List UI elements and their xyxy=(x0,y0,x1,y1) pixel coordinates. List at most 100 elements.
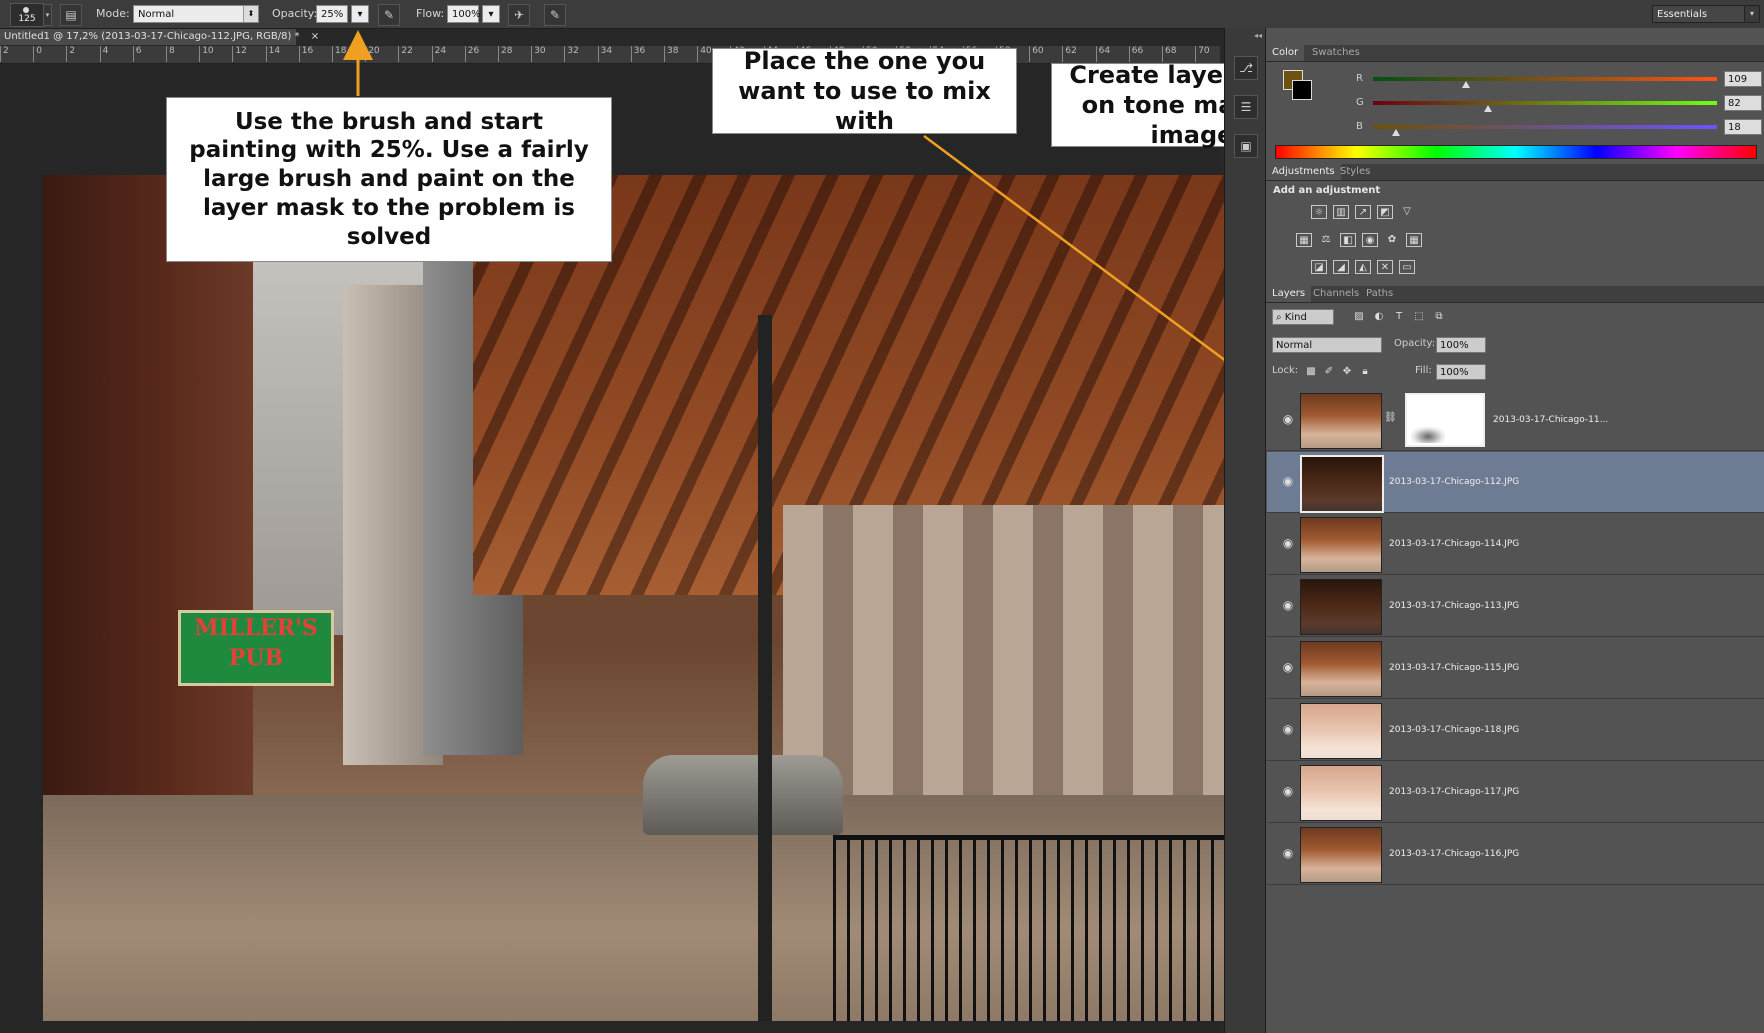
visibility-eye-icon[interactable]: ◉ xyxy=(1281,784,1295,798)
lock-image-icon[interactable]: ✐ xyxy=(1321,365,1337,379)
color-balance-icon[interactable]: ⚖ xyxy=(1318,233,1334,247)
layer-name: 2013-03-17-Chicago-113.JPG xyxy=(1389,601,1520,611)
tab-color[interactable]: Color xyxy=(1266,45,1305,61)
layer-opacity-value: 100% xyxy=(1440,340,1469,351)
visibility-eye-icon[interactable]: ◉ xyxy=(1281,846,1295,860)
mask-brush-strokes xyxy=(1411,427,1445,443)
layer-thumbnail xyxy=(1300,579,1382,635)
color-lookup-icon[interactable]: ▦ xyxy=(1406,233,1422,247)
red-value[interactable]: 109 xyxy=(1724,71,1762,87)
vibrance-icon[interactable]: ▽ xyxy=(1399,205,1415,219)
black-white-icon[interactable]: ◧ xyxy=(1340,233,1356,247)
layer-name: 2013-03-17-Chicago-117.JPG xyxy=(1389,787,1520,797)
channel-mixer-icon[interactable]: ✿ xyxy=(1384,233,1400,247)
tab-swatches[interactable]: Swatches xyxy=(1306,45,1366,61)
green-slider[interactable]: G 82 xyxy=(1266,94,1764,112)
collapse-icon[interactable]: ◂◂ xyxy=(1225,31,1265,40)
layer-opacity-input[interactable]: 100% xyxy=(1436,337,1486,353)
mask-link-icon[interactable]: ⛓ xyxy=(1384,412,1397,423)
blue-thumb-icon[interactable] xyxy=(1392,129,1400,136)
fill-label: Fill: xyxy=(1415,365,1432,376)
layer-thumbnail xyxy=(1300,455,1384,513)
layer-row[interactable]: ◉ 2013-03-17-Chicago-113.JPG xyxy=(1267,576,1764,637)
adjustments-heading: Add an adjustment xyxy=(1273,185,1381,196)
visibility-eye-icon[interactable]: ◉ xyxy=(1281,660,1295,674)
levels-icon[interactable]: ▥ xyxy=(1333,205,1349,219)
green-label: G xyxy=(1356,97,1364,108)
blue-track[interactable] xyxy=(1373,125,1717,129)
posterize-icon[interactable]: ◢ xyxy=(1333,260,1349,274)
lock-all-icon[interactable]: 🔒︎ xyxy=(1357,365,1373,379)
layer-row[interactable]: ◉ 2013-03-17-Chicago-115.JPG xyxy=(1267,638,1764,699)
layer-name: 2013-03-17-Chicago-114.JPG xyxy=(1389,539,1520,549)
selective-color-icon[interactable]: ✕ xyxy=(1377,260,1393,274)
filter-adjustment-icon[interactable]: ◐ xyxy=(1371,310,1387,324)
fill-input[interactable]: 100% xyxy=(1436,364,1486,380)
tab-styles[interactable]: Styles xyxy=(1334,164,1376,180)
red-slider[interactable]: R 109 xyxy=(1266,70,1764,88)
layers-empty-area[interactable] xyxy=(1267,886,1764,1033)
visibility-eye-icon[interactable]: ◉ xyxy=(1281,412,1295,426)
lock-transparent-icon[interactable]: ▩ xyxy=(1303,365,1319,379)
layer-kind-filter[interactable]: ⌕ Kind xyxy=(1272,309,1334,325)
invert-icon[interactable]: ◪ xyxy=(1311,260,1327,274)
layer-opacity-label: Opacity: xyxy=(1394,338,1436,349)
filter-type-icon[interactable]: T xyxy=(1391,310,1407,324)
panel-icon-strip: ◂◂ ⎇ ☰ ▣ xyxy=(1224,28,1265,1033)
filter-smart-object-icon[interactable]: ⧉ xyxy=(1431,310,1447,324)
layer-row[interactable]: ◉ 2013-03-17-Chicago-117.JPG xyxy=(1267,762,1764,823)
threshold-icon[interactable]: ◭ xyxy=(1355,260,1371,274)
blend-mode-select[interactable]: Normal xyxy=(1272,337,1382,353)
fill-value: 100% xyxy=(1440,367,1469,378)
kind-label: Kind xyxy=(1284,312,1307,323)
layer-name: 2013-03-17-Chicago-115.JPG xyxy=(1389,663,1520,673)
exposure-icon[interactable]: ◩ xyxy=(1377,205,1393,219)
tab-adjustments[interactable]: Adjustments xyxy=(1266,164,1341,180)
layer-thumbnail xyxy=(1300,765,1382,821)
layer-name: 2013-03-17-Chicago-116.JPG xyxy=(1389,849,1520,859)
green-value[interactable]: 82 xyxy=(1724,95,1762,111)
blue-label: B xyxy=(1356,121,1363,132)
character-icon[interactable]: ▣ xyxy=(1234,134,1258,158)
green-track[interactable] xyxy=(1373,101,1717,105)
photo-filter-icon[interactable]: ◉ xyxy=(1362,233,1378,247)
red-track[interactable] xyxy=(1373,77,1717,81)
filter-pixel-icon[interactable]: ▨ xyxy=(1351,310,1367,324)
filter-shape-icon[interactable]: ⬚ xyxy=(1411,310,1427,324)
layer-name: 2013-03-17-Chicago-11... xyxy=(1493,415,1609,425)
color-panel-tabs: Color Swatches xyxy=(1266,45,1764,62)
lock-label: Lock: xyxy=(1272,365,1299,376)
tab-channels[interactable]: Channels xyxy=(1307,286,1365,302)
blue-value[interactable]: 18 xyxy=(1724,119,1762,135)
red-thumb-icon[interactable] xyxy=(1462,81,1470,88)
properties-icon[interactable]: ☰ xyxy=(1234,95,1258,119)
layer-thumbnail xyxy=(1300,517,1382,573)
tab-paths[interactable]: Paths xyxy=(1360,286,1399,302)
visibility-eye-icon[interactable]: ◉ xyxy=(1281,474,1295,488)
tab-layers[interactable]: Layers xyxy=(1266,286,1312,302)
curves-icon[interactable]: ↗ xyxy=(1355,205,1371,219)
layer-name: 2013-03-17-Chicago-118.JPG xyxy=(1389,725,1520,735)
visibility-eye-icon[interactable]: ◉ xyxy=(1281,722,1295,736)
color-spectrum-ramp[interactable] xyxy=(1275,145,1757,159)
layer-row[interactable]: ◉ 2013-03-17-Chicago-112.JPG xyxy=(1267,452,1764,513)
visibility-eye-icon[interactable]: ◉ xyxy=(1281,598,1295,612)
blue-slider[interactable]: B 18 xyxy=(1266,118,1764,136)
layer-mask-thumbnail[interactable] xyxy=(1405,393,1485,447)
brightness-contrast-icon[interactable]: ☼ xyxy=(1311,205,1327,219)
hue-saturation-icon[interactable]: ▦ xyxy=(1296,233,1312,247)
layer-row[interactable]: ◉ 2013-03-17-Chicago-114.JPG xyxy=(1267,514,1764,575)
layer-row[interactable]: ◉ 2013-03-17-Chicago-116.JPG xyxy=(1267,824,1764,885)
layer-row[interactable]: ◉ 2013-03-17-Chicago-118.JPG xyxy=(1267,700,1764,761)
background-color-swatch[interactable] xyxy=(1292,80,1312,100)
layer-thumbnail xyxy=(1300,641,1382,697)
gradient-map-icon[interactable]: ▭ xyxy=(1399,260,1415,274)
history-icon[interactable]: ⎇ xyxy=(1234,56,1258,80)
layer-row[interactable]: ◉ ⛓ 2013-03-17-Chicago-11... xyxy=(1267,390,1764,451)
visibility-eye-icon[interactable]: ◉ xyxy=(1281,536,1295,550)
layer-name: 2013-03-17-Chicago-112.JPG xyxy=(1389,477,1520,487)
adjustments-panel-tabs: Adjustments Styles xyxy=(1266,164,1764,181)
green-thumb-icon[interactable] xyxy=(1484,105,1492,112)
lock-position-icon[interactable]: ✥ xyxy=(1339,365,1355,379)
red-label: R xyxy=(1356,73,1363,84)
